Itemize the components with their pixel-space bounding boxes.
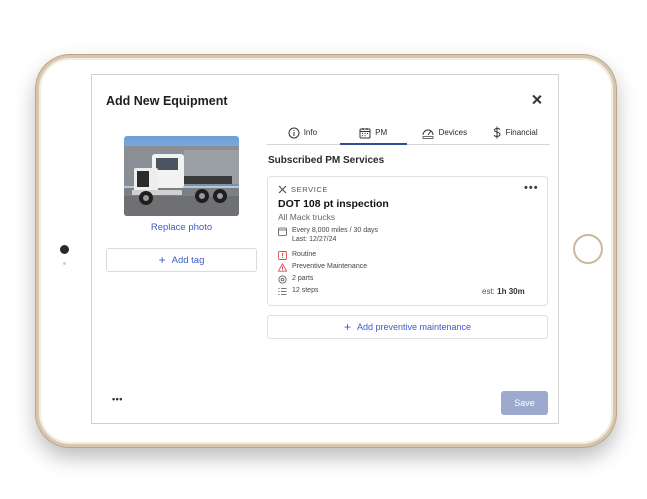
tab-financial-label: Financial [505,128,538,137]
tab-devices-label: Devices [438,128,468,137]
replace-photo-link[interactable]: Replace photo [106,222,257,233]
pm-service-card[interactable]: SERVICE ••• DOT 108 pt inspection All Ma… [267,176,548,306]
info-icon [288,127,300,138]
interval-row: Every 8,000 miles / 30 days Last: 12/27/… [278,227,378,243]
warning-icon [278,263,287,272]
gear-icon [278,275,287,284]
plus-icon: + [158,253,166,267]
last-performed: Last: 12/27/24 [292,236,337,243]
add-preventive-maintenance-button[interactable]: + Add preventive maintenance [267,315,548,339]
dialog-title: Add New Equipment [106,94,228,108]
save-button[interactable]: Save [501,391,548,415]
service-scope: All Mack trucks [278,212,336,222]
interval-value: Every 8,000 miles / 30 days [292,227,378,234]
type-row: Routine [278,251,316,260]
camera-icon [60,245,69,254]
estimate: est: 1h 30m [482,287,525,296]
calendar-icon [278,227,287,236]
tab-pm-label: PM [375,128,388,137]
truck-photo-image [124,136,239,216]
kind-row: Preventive Maintenance [278,263,367,272]
kind-label: Preventive Maintenance [292,263,368,270]
interval-text: Every 8,000 miles / 30 days Last: 12/27/… [292,227,378,243]
service-name: DOT 108 pt inspection [278,198,389,210]
more-options-button[interactable]: ••• [112,395,123,404]
steps-count: 12 steps [292,287,319,294]
add-tag-label: Add tag [171,254,205,266]
type-label: Routine [292,251,317,258]
service-category: SERVICE [278,185,328,194]
tab-info[interactable]: Info [267,121,338,144]
sensor-dot [63,262,66,265]
alert-square-icon [278,251,287,260]
tab-pm[interactable]: PM [338,121,409,145]
tab-bar: Info PM Devices Financial [267,121,550,145]
home-button[interactable] [573,234,603,264]
estimate-value: 1h 30m [497,287,525,296]
tab-info-label: Info [303,128,318,137]
add-pm-label: Add preventive maintenance [356,322,472,332]
tab-devices[interactable]: Devices [409,121,480,144]
close-icon[interactable] [530,93,544,107]
add-tag-button[interactable]: + Add tag [106,248,257,272]
calendar-icon [359,127,371,138]
scene: Add New Equipment Replace photo + Add ta… [0,0,647,499]
parts-count: 2 parts [292,275,314,282]
section-title: Subscribed PM Services [268,155,385,166]
estimate-label: est: [482,287,495,296]
gauge-icon [422,129,434,139]
steps-row: 12 steps [278,287,318,296]
tab-financial[interactable]: Financial [479,121,550,144]
equipment-photo [124,136,239,216]
service-category-label: SERVICE [291,185,328,194]
plus-icon: + [343,320,351,334]
dollar-icon [493,126,501,139]
add-equipment-dialog: Add New Equipment Replace photo + Add ta… [91,74,559,424]
more-options-icon[interactable]: ••• [524,183,539,194]
parts-row: 2 parts [278,275,313,284]
list-icon [278,288,287,295]
wrench-icon [278,185,287,194]
